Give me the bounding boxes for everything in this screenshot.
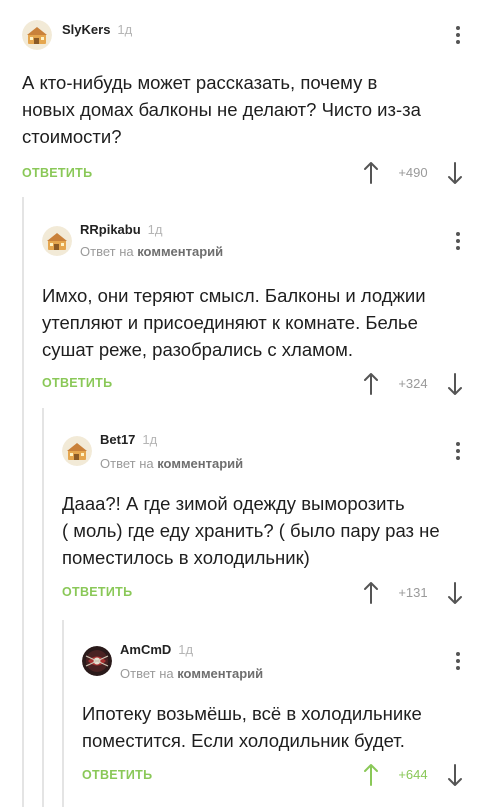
timestamp: 1д <box>178 642 194 657</box>
comment-text: Дааа?! А где зимой одежду выморозить ( м… <box>62 493 440 568</box>
reply-to-label[interactable]: Ответ на комментарий <box>100 456 243 471</box>
username-text[interactable]: AmCmD <box>120 642 171 657</box>
avatar[interactable] <box>82 646 112 676</box>
vote-block: +644 <box>363 763 463 787</box>
upvote-arrow-icon[interactable] <box>363 372 379 396</box>
reply-to-link[interactable]: комментарий <box>137 244 223 259</box>
upvote-arrow-icon[interactable] <box>363 763 379 787</box>
comment-header: AmCmD 1д Ответ на комментарий <box>82 642 483 682</box>
username[interactable]: Bet17 1д <box>100 432 157 447</box>
avatar[interactable] <box>62 436 92 466</box>
reply-button[interactable]: ответить <box>62 585 132 599</box>
pikabu-default-avatar-icon <box>62 436 92 466</box>
timestamp: 1д <box>142 432 158 447</box>
more-options-icon[interactable] <box>455 26 461 48</box>
rating-value: +324 <box>398 376 428 391</box>
reply-button[interactable]: ответить <box>82 768 152 782</box>
reply-to-label[interactable]: Ответ на комментарий <box>120 666 263 681</box>
comment-text: Ипотеку возьмёшь, всё в холодильнике пом… <box>82 703 422 751</box>
comment-header: RRpikabu 1д Ответ на комментарий <box>42 222 483 262</box>
username[interactable]: AmCmD 1д <box>120 642 193 657</box>
reply-to-prefix: Ответ на <box>100 456 158 471</box>
pikabu-default-avatar-icon <box>42 226 72 256</box>
dark-custom-avatar-icon <box>82 646 112 676</box>
rating-value: +644 <box>398 767 428 782</box>
vote-block: +131 <box>363 581 463 605</box>
thread-line-level-1 <box>22 197 24 807</box>
reply-to-label[interactable]: Ответ на комментарий <box>80 244 223 259</box>
comment-text: А кто-нибудь может рассказать, почему в … <box>22 72 421 147</box>
comment-text: Имхо, они теряют смысл. Балконы и лоджии… <box>42 285 426 360</box>
rating-value: +131 <box>398 585 428 600</box>
rating-value: +490 <box>398 165 428 180</box>
username[interactable]: RRpikabu 1д <box>80 222 163 237</box>
pikabu-default-avatar-icon <box>22 20 52 50</box>
reply-to-prefix: Ответ на <box>120 666 178 681</box>
downvote-arrow-icon[interactable] <box>447 372 463 396</box>
downvote-arrow-icon[interactable] <box>447 161 463 185</box>
vote-block: +490 <box>363 161 463 185</box>
username-text[interactable]: SlyKers <box>62 22 110 37</box>
avatar[interactable] <box>42 226 72 256</box>
more-options-icon[interactable] <box>455 652 461 674</box>
comment-header: Bet17 1д Ответ на комментарий <box>62 432 483 472</box>
upvote-arrow-icon[interactable] <box>363 161 379 185</box>
reply-to-prefix: Ответ на <box>80 244 138 259</box>
downvote-arrow-icon[interactable] <box>447 581 463 605</box>
downvote-arrow-icon[interactable] <box>447 763 463 787</box>
reply-button[interactable]: ответить <box>42 376 112 390</box>
timestamp: 1д <box>147 222 163 237</box>
timestamp: 1д <box>117 22 133 37</box>
vote-block: +324 <box>363 372 463 396</box>
username-text[interactable]: Bet17 <box>100 432 135 447</box>
upvote-arrow-icon[interactable] <box>363 581 379 605</box>
thread-line-level-3 <box>62 620 64 807</box>
reply-to-link[interactable]: комментарий <box>177 666 263 681</box>
reply-button[interactable]: ответить <box>22 166 92 180</box>
comment-header: SlyKers 1д <box>22 16 483 56</box>
thread-line-level-2 <box>42 408 44 807</box>
reply-to-link[interactable]: комментарий <box>157 456 243 471</box>
avatar[interactable] <box>22 20 52 50</box>
more-options-icon[interactable] <box>455 232 461 254</box>
more-options-icon[interactable] <box>455 442 461 464</box>
username[interactable]: SlyKers 1д <box>62 22 132 37</box>
username-text[interactable]: RRpikabu <box>80 222 141 237</box>
